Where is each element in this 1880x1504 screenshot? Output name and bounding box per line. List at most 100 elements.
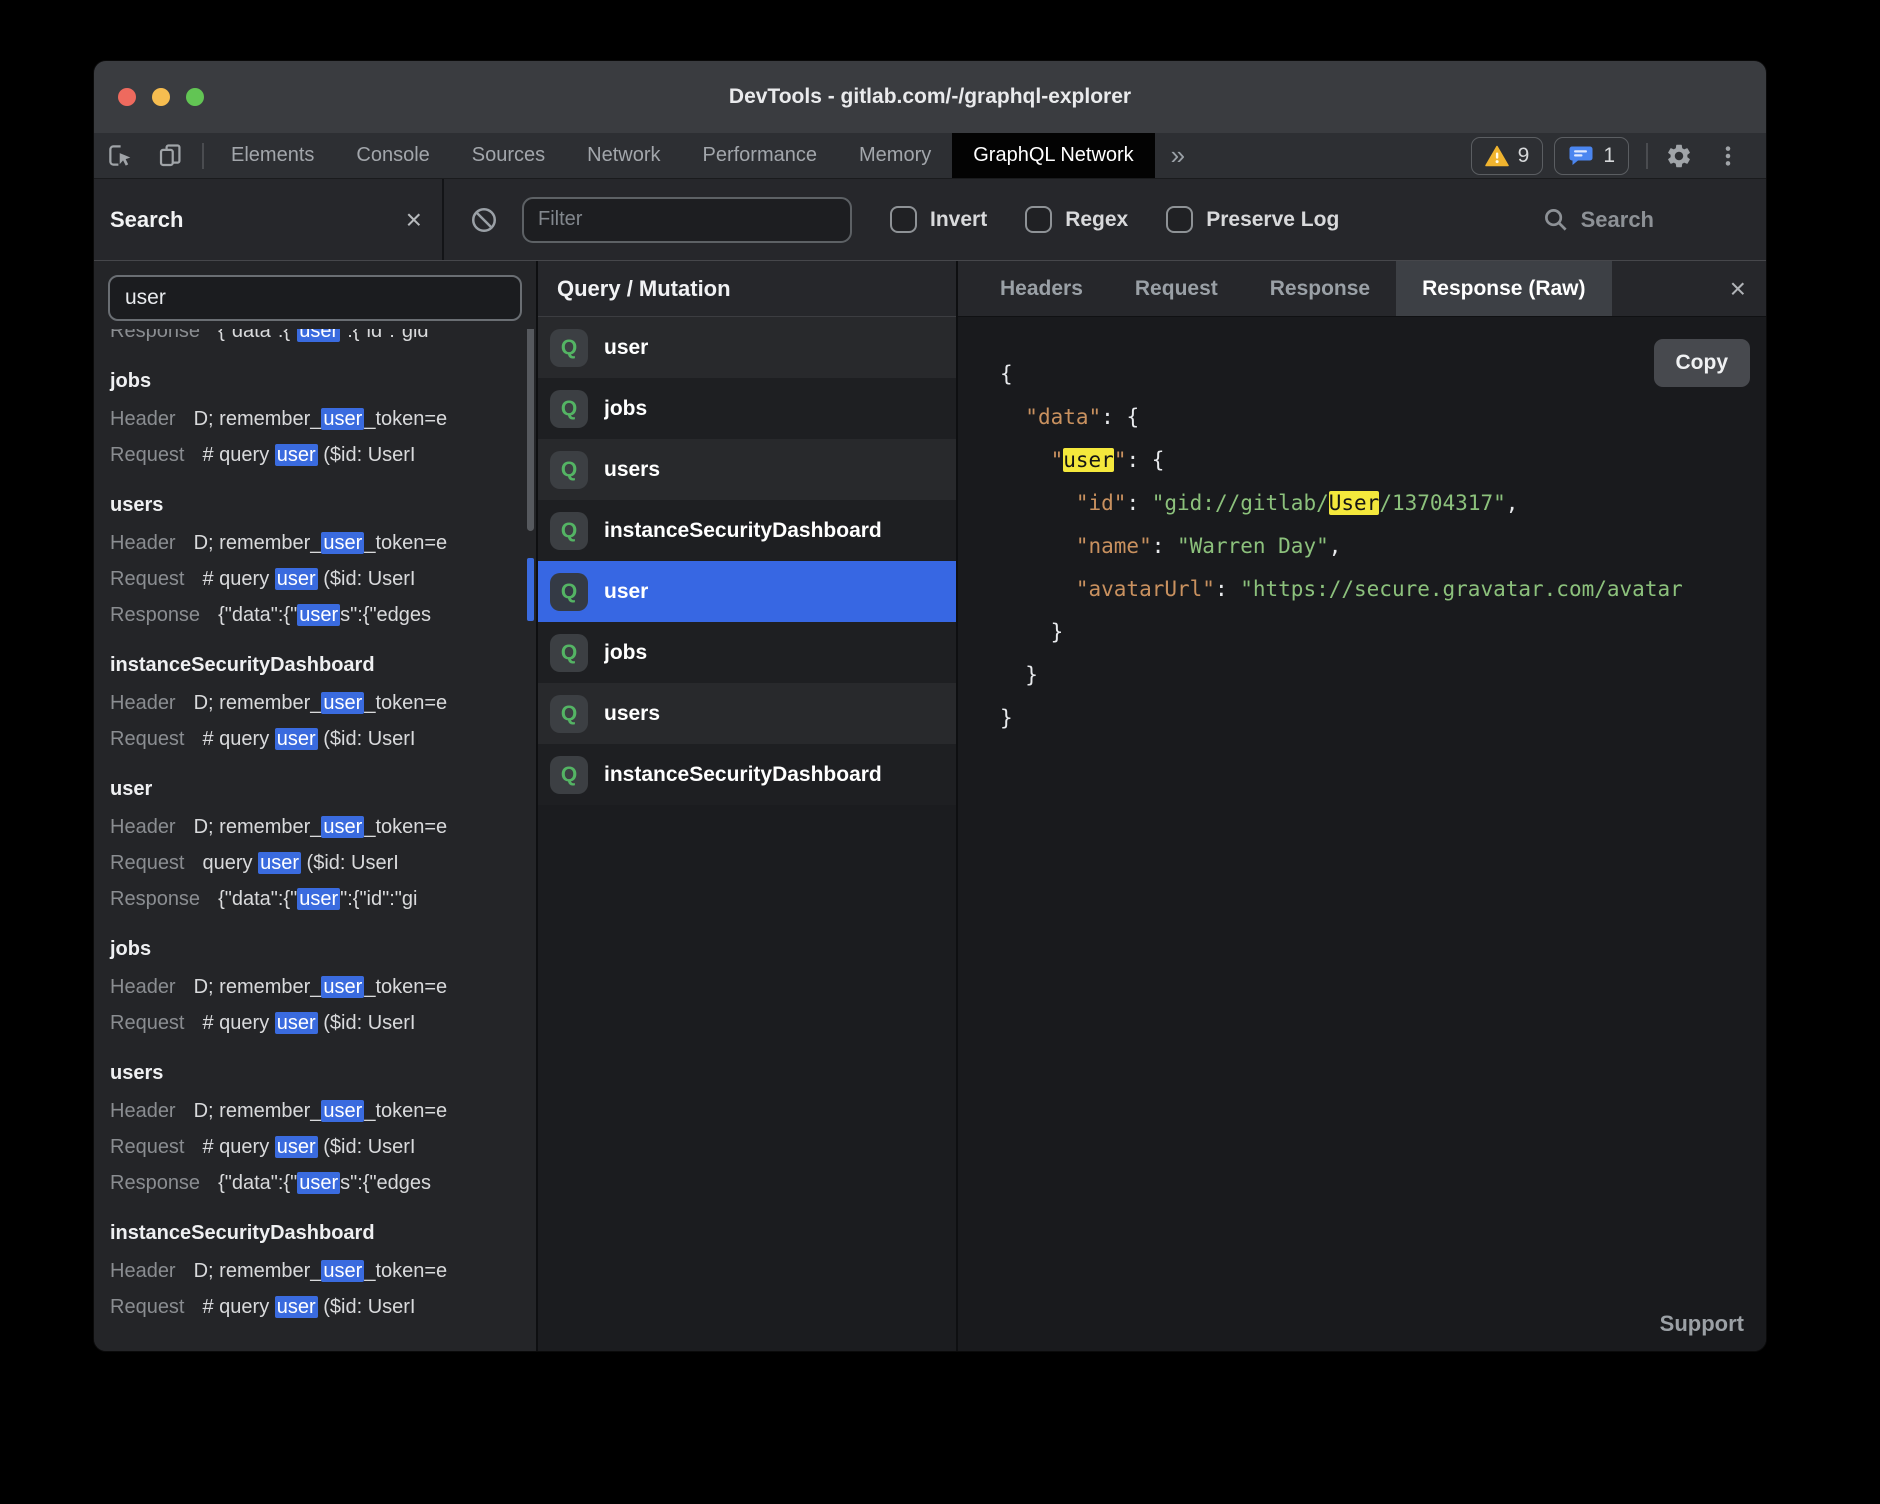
search-result-section[interactable]: instanceSecurityDashboard	[110, 645, 536, 685]
window-title: DevTools - gitlab.com/-/graphql-explorer	[94, 85, 1766, 109]
query-item-label: user	[604, 336, 648, 360]
match-highlight: user	[275, 568, 318, 590]
query-item-user[interactable]: Quser	[538, 317, 956, 378]
search-result-section[interactable]: user	[110, 769, 536, 809]
search-result-section[interactable]: instanceSecurityDashboard	[110, 1213, 536, 1253]
search-result-row[interactable]: Request# query user ($id: UserI	[110, 1129, 536, 1165]
search-result-row[interactable]: HeaderD; remember_user_token=e	[110, 969, 536, 1005]
search-result-row[interactable]: Requestquery user ($id: UserI	[110, 845, 536, 881]
support-link[interactable]: Support	[1660, 1311, 1744, 1337]
search-result-section[interactable]: jobs	[110, 929, 536, 969]
query-item-instancesecuritydashboard[interactable]: QinstanceSecurityDashboard	[538, 500, 956, 561]
close-details-button[interactable]: ×	[1730, 275, 1746, 303]
filter-input[interactable]	[538, 208, 836, 231]
tab-graphql-network[interactable]: GraphQL Network	[952, 133, 1154, 178]
tab-console[interactable]: Console	[335, 133, 450, 178]
tab-memory[interactable]: Memory	[838, 133, 952, 178]
json-token: {	[1152, 448, 1165, 472]
search-result-row[interactable]: HeaderD; remember_user_token=e	[110, 685, 536, 721]
regex-checkbox[interactable]	[1025, 206, 1052, 233]
response-tab-request[interactable]: Request	[1109, 261, 1244, 316]
text-segment: query	[203, 852, 259, 874]
scrollbar-thumb[interactable]	[527, 311, 534, 531]
clear-block-icon[interactable]	[458, 179, 510, 260]
search-result-row[interactable]: HeaderD; remember_user_token=e	[110, 809, 536, 845]
response-tab-response[interactable]: Response	[1244, 261, 1396, 316]
issues-warning-badge[interactable]: 9	[1471, 137, 1544, 175]
device-toolbar-icon[interactable]	[145, 133, 196, 178]
response-tab-headers[interactable]: Headers	[974, 261, 1109, 316]
search-result-section[interactable]: jobs	[110, 361, 536, 401]
query-item-users[interactable]: Qusers	[538, 439, 956, 500]
warning-count: 9	[1518, 144, 1530, 168]
chat-bubble-icon	[1568, 144, 1594, 168]
match-highlight: user	[321, 1260, 364, 1282]
search-result-row[interactable]: HeaderD; remember_user_token=e	[110, 1093, 536, 1129]
invert-checkbox[interactable]	[890, 206, 917, 233]
preserve-log-checkbox[interactable]	[1166, 206, 1193, 233]
tab-elements[interactable]: Elements	[210, 133, 335, 178]
checkbox-preserve-log[interactable]: Preserve Log	[1166, 206, 1339, 233]
tab-sources[interactable]: Sources	[451, 133, 566, 178]
messages-badge[interactable]: 1	[1554, 137, 1629, 175]
close-search-panel-button[interactable]: ×	[406, 206, 422, 234]
copy-button[interactable]: Copy	[1654, 339, 1751, 387]
checkbox-regex[interactable]: Regex	[1025, 206, 1128, 233]
search-result-row[interactable]: Request# query user ($id: UserI	[110, 721, 536, 757]
search-result-row[interactable]: Request# query user ($id: UserI	[110, 1289, 536, 1325]
search-result-section[interactable]: users	[110, 1053, 536, 1093]
search-result-row[interactable]: Request # query user ($id: UserI	[110, 1005, 536, 1041]
search-result-row[interactable]: Response{"data":{"users":{"edges	[110, 597, 536, 633]
tab-performance[interactable]: Performance	[682, 133, 839, 178]
result-field-label: Header	[110, 976, 176, 998]
json-viewer: { "data": { "user": { "id": "gid://gitla…	[1000, 353, 1766, 740]
settings-gear-icon[interactable]	[1654, 133, 1704, 178]
query-type-badge: Q	[550, 329, 588, 367]
search-result-row[interactable]: HeaderD; remember_user_token=e	[110, 1253, 536, 1289]
panel-toolbar: Search × InvertRegexPreserve Log Search	[94, 179, 1766, 261]
search-result-row[interactable]: Response{"data":{"users":{"edges	[110, 1165, 536, 1201]
more-options-kebab-icon[interactable]	[1704, 133, 1752, 178]
search-result-row[interactable]: Request# query user ($id: UserI	[110, 437, 536, 473]
query-item-jobs[interactable]: Qjobs	[538, 622, 956, 683]
filter-input-box[interactable]	[522, 197, 852, 243]
toolbar-search-button[interactable]: Search	[1542, 206, 1654, 233]
json-token: {	[1000, 362, 1013, 386]
checkbox-invert[interactable]: Invert	[890, 206, 987, 233]
tab-network[interactable]: Network	[566, 133, 681, 178]
inspect-element-icon[interactable]	[94, 133, 145, 178]
query-item-instancesecuritydashboard[interactable]: QinstanceSecurityDashboard	[538, 744, 956, 805]
result-value: {"data":{"user":{"id":"gi	[218, 888, 417, 910]
search-result-row[interactable]: HeaderD; remember_user_token=e	[110, 401, 536, 437]
match-highlight: user	[275, 1012, 318, 1034]
search-result-section[interactable]: users	[110, 485, 536, 525]
result-value: # query user ($id: UserI	[203, 728, 416, 750]
result-field-label: Request	[110, 1136, 185, 1158]
result-field-label: Header	[110, 532, 176, 554]
json-token: "https://secure.gravatar.com/avatar	[1240, 577, 1683, 601]
match-highlight: user	[275, 728, 318, 750]
json-token: "	[1114, 448, 1127, 472]
more-panels-button[interactable]: »	[1155, 140, 1201, 171]
regex-label: Regex	[1065, 208, 1128, 232]
response-tab-response-raw[interactable]: Response (Raw)	[1396, 261, 1611, 316]
result-value: # query user ($id: UserI	[203, 1012, 416, 1034]
result-field-label: Request	[110, 568, 185, 590]
search-result-row[interactable]: Response{"data":{"user":{"id":"gid	[110, 329, 536, 349]
result-field-label: Request	[110, 1012, 185, 1034]
json-token: "id"	[1076, 491, 1127, 515]
search-result-row[interactable]: Request# query user ($id: UserI	[110, 561, 536, 597]
search-result-row[interactable]: HeaderD; remember_user_token=e	[110, 525, 536, 561]
text-segment: ($id: UserI	[301, 852, 399, 874]
match-highlight: user	[321, 976, 364, 998]
query-item-jobs[interactable]: Qjobs	[538, 378, 956, 439]
json-token: :	[1126, 491, 1151, 515]
query-item-users[interactable]: Qusers	[538, 683, 956, 744]
message-count: 1	[1603, 144, 1615, 168]
query-item-user[interactable]: Quser	[538, 561, 956, 622]
window-titlebar: DevTools - gitlab.com/-/graphql-explorer	[94, 61, 1766, 133]
result-field-label: Header	[110, 692, 176, 714]
json-line: }	[1000, 654, 1766, 697]
search-input[interactable]	[108, 275, 522, 321]
search-result-row[interactable]: Response{"data":{"user":{"id":"gi	[110, 881, 536, 917]
